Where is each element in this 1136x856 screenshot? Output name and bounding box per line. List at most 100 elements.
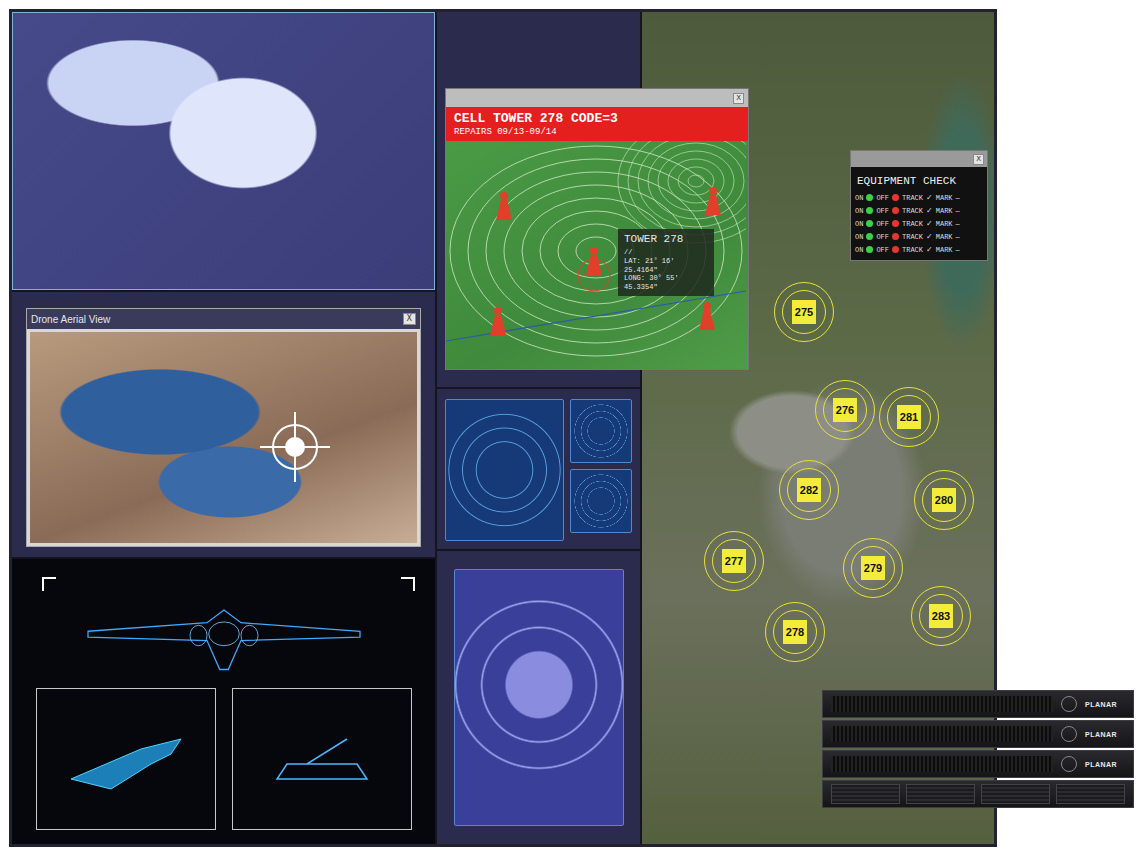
- tower-icon[interactable]: [705, 187, 721, 215]
- equipment-title: EQUIPMENT CHECK: [851, 167, 987, 193]
- equipment-row: ONOFFTRACK✓MARK—: [855, 206, 983, 215]
- power-module: [831, 784, 900, 804]
- marker-label: 278: [783, 620, 807, 644]
- off-light[interactable]: [892, 246, 899, 253]
- on-light[interactable]: [866, 246, 873, 253]
- tower-icon[interactable]: [490, 307, 506, 335]
- track-label: TRACK: [902, 194, 923, 202]
- radar-stack: [570, 399, 632, 539]
- close-button[interactable]: X: [973, 154, 984, 165]
- mark-label: MARK: [936, 207, 953, 215]
- rack-unit: PLANAR: [822, 720, 1134, 748]
- rack-unit: [822, 780, 1134, 808]
- on-label: ON: [855, 207, 863, 215]
- popup-line: LAT: 21° 16': [624, 257, 708, 266]
- equipment-check-window: XEQUIPMENT CHECKONOFFTRACK✓MARK—ONOFFTRA…: [850, 150, 988, 261]
- drone-panel: Drone Aerial View X: [12, 292, 435, 557]
- cell-tower-title-bar: X: [446, 89, 748, 107]
- popup-line: 45.3354": [624, 283, 708, 292]
- corner-bracket: [42, 577, 56, 591]
- control-pad-icon[interactable]: [1061, 726, 1077, 742]
- crosshair-icon: [260, 412, 330, 482]
- track-label: TRACK: [902, 207, 923, 215]
- tower-icon[interactable]: [496, 192, 512, 220]
- off-light[interactable]: [892, 207, 899, 214]
- controller-rack: PLANARPLANARPLANAR: [822, 690, 1134, 808]
- rack-unit: PLANAR: [822, 690, 1134, 718]
- track-label: TRACK: [902, 220, 923, 228]
- equipment-row: ONOFFTRACK✓MARK—: [855, 232, 983, 241]
- check-icon: ✓: [926, 206, 933, 215]
- on-label: ON: [855, 220, 863, 228]
- drone-photo: [30, 332, 417, 543]
- mark-label: MARK: [936, 220, 953, 228]
- off-light[interactable]: [892, 194, 899, 201]
- off-label: OFF: [876, 246, 889, 254]
- radar-cluster: [437, 389, 640, 549]
- jet-thumbnail: [36, 688, 216, 830]
- equipment-row: ONOFFTRACK✓MARK—: [855, 219, 983, 228]
- aircraft-wireframe-icon: [54, 593, 394, 678]
- track-label: TRACK: [902, 246, 923, 254]
- power-module: [981, 784, 1050, 804]
- wireframe-panel: [12, 559, 435, 844]
- rack-unit: PLANAR: [822, 750, 1134, 778]
- radar-icon: [454, 569, 624, 826]
- check-icon: ✓: [926, 232, 933, 241]
- dash: —: [956, 246, 960, 254]
- alert-title: CELL TOWER 278 CODE=3: [454, 111, 740, 126]
- marker-label: 279: [861, 556, 885, 580]
- popup-line: //: [624, 248, 708, 257]
- jet-icon: [51, 719, 201, 799]
- on-light[interactable]: [866, 194, 873, 201]
- power-module: [1056, 784, 1125, 804]
- on-label: ON: [855, 246, 863, 254]
- tower-icon[interactable]: [578, 247, 610, 291]
- off-label: OFF: [876, 220, 889, 228]
- close-button[interactable]: X: [733, 93, 744, 104]
- product-image: Drone Aerial ViewX2752762812822802772792…: [0, 0, 1136, 856]
- on-label: ON: [855, 194, 863, 202]
- marker-label: 282: [797, 478, 821, 502]
- tank-icon: [247, 719, 397, 799]
- contour-map[interactable]: TOWER 278//LAT: 21° 16'25.4164"LONG: 30°…: [446, 141, 748, 369]
- vent-grille: [831, 756, 1053, 772]
- on-light[interactable]: [866, 207, 873, 214]
- popup-line: 25.4164": [624, 266, 708, 275]
- on-label: ON: [855, 233, 863, 241]
- cell-tower-window: X CELL TOWER 278 CODE=3REPAIRS 09/13-09/1…: [445, 88, 749, 370]
- equipment-row: ONOFFTRACK✓MARK—: [855, 245, 983, 254]
- world-map-image: [12, 12, 435, 290]
- check-icon: ✓: [926, 193, 933, 202]
- corner-bracket: [401, 577, 415, 591]
- marker-label: 276: [833, 398, 857, 422]
- equipment-row: ONOFFTRACK✓MARK—: [855, 193, 983, 202]
- mark-label: MARK: [936, 246, 953, 254]
- wireframe-thumbnails: [36, 688, 412, 830]
- alert-banner: CELL TOWER 278 CODE=3REPAIRS 09/13-09/14: [446, 107, 748, 141]
- marker-label: 281: [897, 405, 921, 429]
- close-button[interactable]: X: [403, 313, 416, 325]
- off-label: OFF: [876, 233, 889, 241]
- on-light[interactable]: [866, 220, 873, 227]
- dash: —: [956, 194, 960, 202]
- control-pad-icon[interactable]: [1061, 696, 1077, 712]
- off-light[interactable]: [892, 220, 899, 227]
- tank-thumbnail: [232, 688, 412, 830]
- vent-grille: [831, 696, 1053, 712]
- off-label: OFF: [876, 207, 889, 215]
- radar-icon: [570, 469, 632, 533]
- off-label: OFF: [876, 194, 889, 202]
- off-light[interactable]: [892, 233, 899, 240]
- control-pad-icon[interactable]: [1061, 756, 1077, 772]
- tower-icon[interactable]: [699, 302, 715, 330]
- alert-subtitle: REPAIRS 09/13-09/14: [454, 127, 740, 137]
- track-label: TRACK: [902, 233, 923, 241]
- radar-icon: [570, 399, 632, 463]
- popup-line: LONG: 30° 55': [624, 274, 708, 283]
- drone-title: Drone Aerial View: [31, 314, 110, 325]
- equipment-rows: ONOFFTRACK✓MARK—ONOFFTRACK✓MARK—ONOFFTRA…: [851, 193, 987, 254]
- marker-label: 277: [722, 549, 746, 573]
- brand-label: PLANAR: [1085, 761, 1125, 768]
- on-light[interactable]: [866, 233, 873, 240]
